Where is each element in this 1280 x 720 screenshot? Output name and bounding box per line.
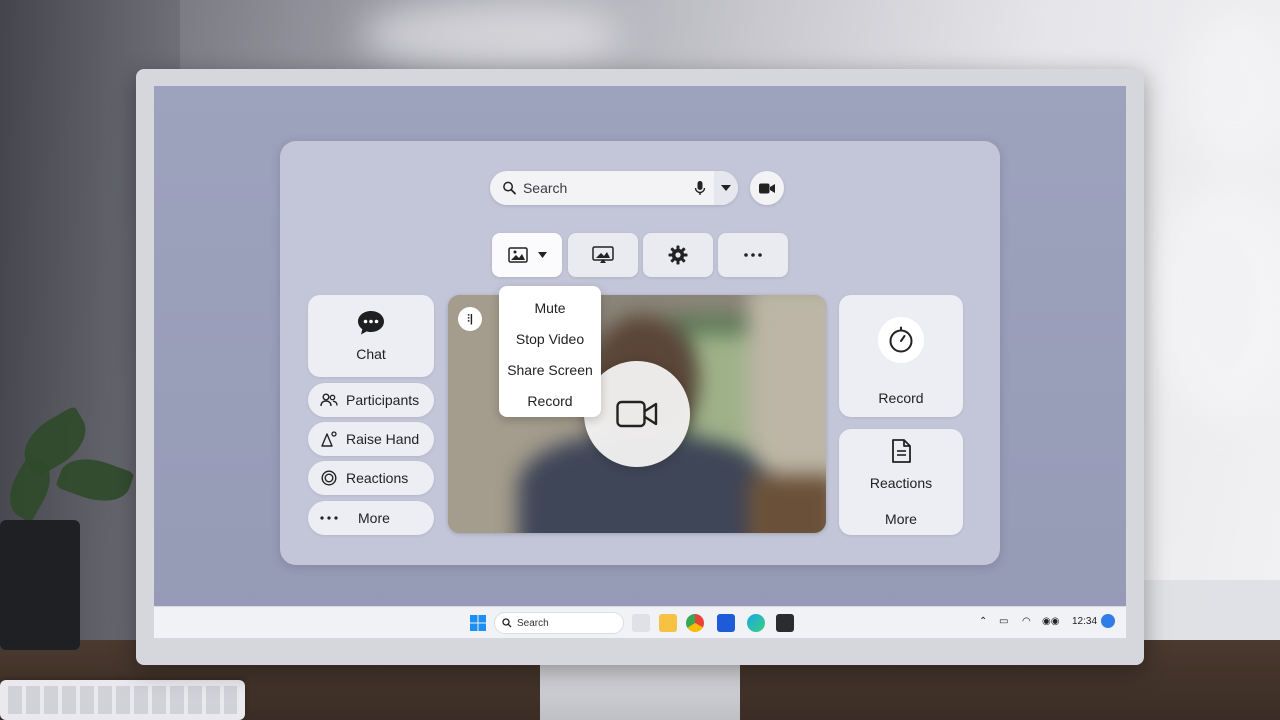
- reactions-more-card[interactable]: Reactions More: [839, 429, 963, 535]
- reactions-button[interactable]: Reactions: [308, 461, 434, 495]
- edge-icon[interactable]: [747, 614, 765, 632]
- raise-hand-label: Raise Hand: [346, 431, 420, 447]
- participants-label: Participants: [346, 392, 420, 408]
- meeting-app-window: Chat Participants Raise Hand Reactions M…: [280, 141, 1000, 565]
- raise-hand-button[interactable]: Raise Hand: [308, 422, 434, 456]
- gear-icon: [668, 245, 688, 265]
- chat-button[interactable]: Chat: [308, 295, 434, 377]
- keyboard: [0, 680, 245, 720]
- taskbar-search[interactable]: Search: [494, 612, 624, 634]
- timer-icon: [878, 317, 924, 363]
- chat-label: Chat: [356, 346, 386, 362]
- search-bar[interactable]: [490, 171, 738, 205]
- background-shelf: [1120, 580, 1280, 640]
- audio-level-indicator: ⫶|: [467, 312, 473, 325]
- more-card-label: More: [885, 511, 917, 527]
- tray-network-icon[interactable]: ▭: [999, 616, 1008, 627]
- document-icon: [892, 439, 911, 463]
- record-button[interactable]: Record: [839, 295, 963, 417]
- video-call-button[interactable]: [750, 171, 784, 205]
- taskbar-search-label: Search: [517, 617, 549, 629]
- search-dropdown-button[interactable]: [713, 171, 738, 205]
- plant-pot: [0, 520, 80, 650]
- background-picker-button[interactable]: [492, 233, 562, 277]
- video-camera-icon: [759, 183, 775, 193]
- tray-chevron-up-icon[interactable]: ⌃: [979, 616, 987, 627]
- reactions-label: Reactions: [346, 470, 409, 486]
- background-plant-blur: [1180, 10, 1280, 170]
- screen-share-icon: [592, 246, 614, 263]
- windows-start-icon[interactable]: [469, 614, 487, 632]
- video-furniture-blur: [748, 475, 826, 533]
- menu-item-mute[interactable]: Mute: [499, 292, 601, 323]
- search-input[interactable]: [522, 180, 683, 196]
- background-dropdown-menu: Mute Stop Video Share Screen Record: [499, 286, 601, 417]
- menu-item-record[interactable]: Record: [499, 385, 601, 416]
- background-curtain-blur: [360, 0, 620, 70]
- participants-icon: [320, 391, 338, 409]
- raise-hand-icon: [320, 430, 338, 448]
- more-icon: [320, 509, 338, 527]
- media-app-icon[interactable]: [776, 614, 794, 632]
- menu-item-stop-video[interactable]: Stop Video: [499, 323, 601, 354]
- monitor-stand: [540, 664, 740, 720]
- task-view-icon[interactable]: [632, 614, 650, 632]
- ellipsis-icon: [744, 253, 762, 257]
- record-label: Record: [878, 390, 924, 406]
- taskbar: Search ⌃ ▭ ◠ ◉◉ 12:34: [154, 606, 1126, 638]
- app-m-icon[interactable]: [717, 614, 735, 632]
- wifi-icon[interactable]: ◠: [1022, 616, 1031, 627]
- more-button[interactable]: More: [308, 501, 434, 535]
- background-plant-blur: [1150, 180, 1280, 420]
- more-options-button[interactable]: [718, 233, 788, 277]
- audio-level-badge[interactable]: ⫶|: [458, 307, 482, 331]
- screen: Chat Participants Raise Hand Reactions M…: [154, 86, 1126, 638]
- search-icon: [502, 618, 512, 628]
- reactions-card-label: Reactions: [869, 475, 933, 491]
- settings-button[interactable]: [643, 233, 713, 277]
- file-explorer-icon[interactable]: [659, 614, 677, 632]
- clock[interactable]: 12:34: [1072, 616, 1097, 627]
- notification-icon[interactable]: [1101, 614, 1115, 628]
- chrome-icon[interactable]: [686, 614, 704, 632]
- microphone-icon[interactable]: [691, 178, 710, 198]
- more-label: More: [358, 510, 390, 526]
- menu-item-share-screen[interactable]: Share Screen: [499, 354, 601, 385]
- caret-down-icon: [720, 185, 731, 191]
- search-icon: [503, 181, 516, 195]
- chat-bubble-icon: [358, 311, 384, 335]
- share-screen-button[interactable]: [568, 233, 638, 277]
- reactions-icon: [320, 469, 338, 487]
- video-camera-icon: [616, 400, 658, 428]
- participants-button[interactable]: Participants: [308, 383, 434, 417]
- volume-icon[interactable]: ◉◉: [1042, 616, 1059, 627]
- image-icon: [507, 247, 528, 263]
- caret-down-icon: [537, 252, 547, 258]
